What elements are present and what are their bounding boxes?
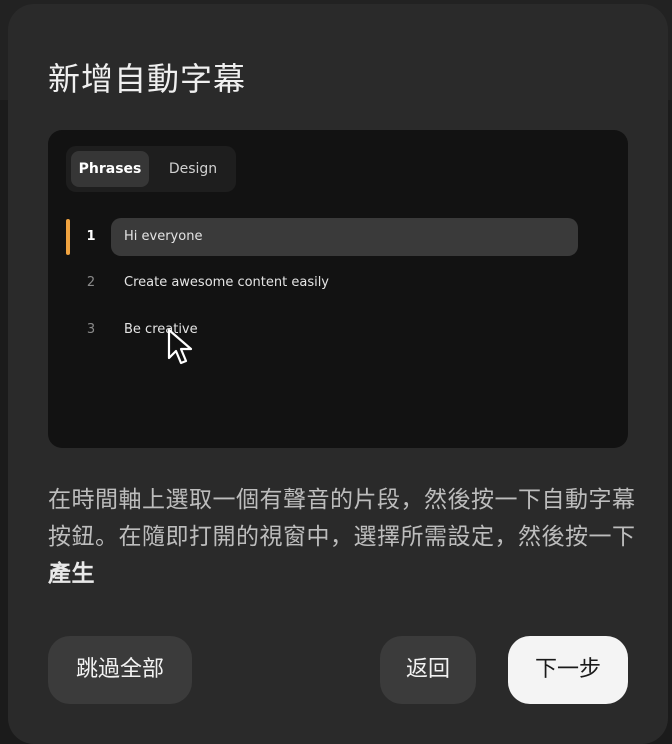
mouse-pointer-icon <box>167 328 193 365</box>
phrase-number: 2 <box>86 275 96 290</box>
active-phrase-marker <box>66 219 70 255</box>
tab-switcher: Phrases Design <box>66 146 236 192</box>
phrase-number: 3 <box>86 322 96 337</box>
phrase-row[interactable]: 2 Create awesome content easily <box>48 264 628 302</box>
phrase-text: Hi everyone <box>124 229 203 244</box>
onboarding-dialog: 新增自動字幕 Phrases Design 1 Hi everyone 2 Cr… <box>8 4 668 744</box>
feature-preview: Phrases Design 1 Hi everyone 2 Create aw… <box>48 130 628 448</box>
skip-all-button[interactable]: 跳過全部 <box>48 636 192 704</box>
description-text: 在時間軸上選取一個有聲音的片段，然後按一下自動字幕按鈕。在隨即打開的視窗中，選擇… <box>48 487 636 550</box>
phrase-number: 1 <box>86 229 96 244</box>
dialog-description: 在時間軸上選取一個有聲音的片段，然後按一下自動字幕按鈕。在隨即打開的視窗中，選擇… <box>48 482 638 593</box>
phrase-text: Create awesome content easily <box>124 275 330 290</box>
phrase-row[interactable]: 3 Be creative <box>48 311 628 349</box>
dialog-title: 新增自動字幕 <box>48 60 247 98</box>
next-button[interactable]: 下一步 <box>508 636 628 704</box>
generate-keyword: 產生 <box>48 561 95 587</box>
tab-phrases[interactable]: Phrases <box>71 151 149 187</box>
tab-design[interactable]: Design <box>158 151 228 187</box>
back-button[interactable]: 返回 <box>380 636 476 704</box>
phrase-row[interactable]: 1 Hi everyone <box>48 218 628 256</box>
